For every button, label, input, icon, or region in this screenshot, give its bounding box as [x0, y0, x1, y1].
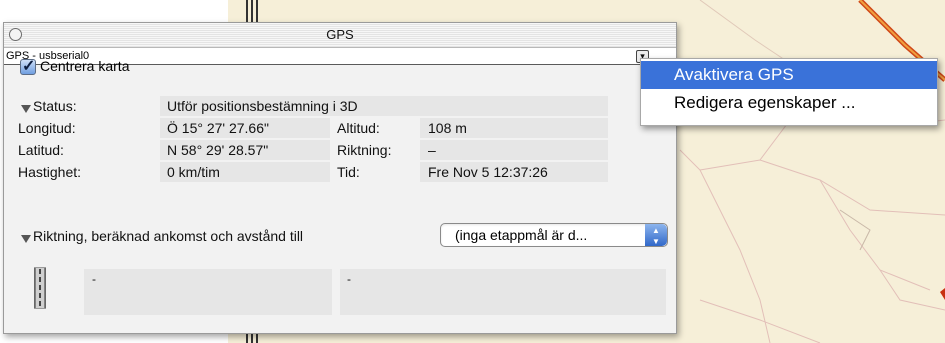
- desktop: GPS GPS - usbserial0 ▾ ✓ Centrera karta …: [0, 0, 945, 343]
- direction-section-label: Riktning, beräknad ankomst och avstånd t…: [33, 228, 304, 244]
- direction-disclosure-triangle-icon[interactable]: [21, 235, 31, 243]
- status-value: Utför positionsbestämning i 3D: [167, 98, 358, 114]
- checkmark-icon: ✓: [22, 58, 36, 75]
- altitude-value: 108 m: [428, 120, 467, 136]
- select-arrows-icon: ▲ ▼: [645, 224, 667, 246]
- heading-value: –: [428, 142, 436, 158]
- destination-select-value: (inga etappmål är d...: [455, 227, 588, 243]
- latitude-label: Latitud:: [18, 142, 64, 158]
- title-bar[interactable]: GPS: [4, 23, 676, 48]
- speed-label: Hastighet:: [18, 164, 82, 180]
- status-disclosure-triangle-icon[interactable]: [21, 105, 31, 113]
- eta-value: -: [347, 272, 351, 286]
- window-title: GPS: [326, 27, 354, 42]
- distance-panel: [84, 269, 332, 315]
- center-map-label: Centrera karta: [40, 58, 130, 74]
- distance-value: -: [92, 272, 96, 286]
- eta-panel: [340, 269, 666, 315]
- menu-item-edit-properties[interactable]: Redigera egenskaper ...: [641, 89, 937, 117]
- road-icon: [34, 267, 46, 309]
- menu-item-deactivate-gps[interactable]: Avaktivera GPS: [641, 61, 937, 89]
- longitude-label: Longitud:: [18, 120, 76, 136]
- gps-window: GPS GPS - usbserial0 ▾ ✓ Centrera karta …: [3, 22, 677, 334]
- latitude-value: N 58° 29' 28.57": [167, 142, 269, 158]
- center-map-checkbox[interactable]: ✓: [20, 58, 36, 75]
- heading-label: Riktning:: [337, 142, 392, 158]
- speed-value: 0 km/tim: [167, 164, 220, 180]
- time-value: Fre Nov 5 12:37:26: [428, 164, 548, 180]
- time-label: Tid:: [337, 164, 360, 180]
- altitude-label: Altitud:: [337, 120, 380, 136]
- status-label: Status:: [33, 98, 77, 114]
- longitude-value: Ö 15° 27' 27.66": [167, 120, 269, 136]
- destination-select[interactable]: (inga etappmål är d... ▲ ▼: [440, 223, 668, 247]
- options-context-menu: Avaktivera GPS Redigera egenskaper ...: [640, 58, 938, 126]
